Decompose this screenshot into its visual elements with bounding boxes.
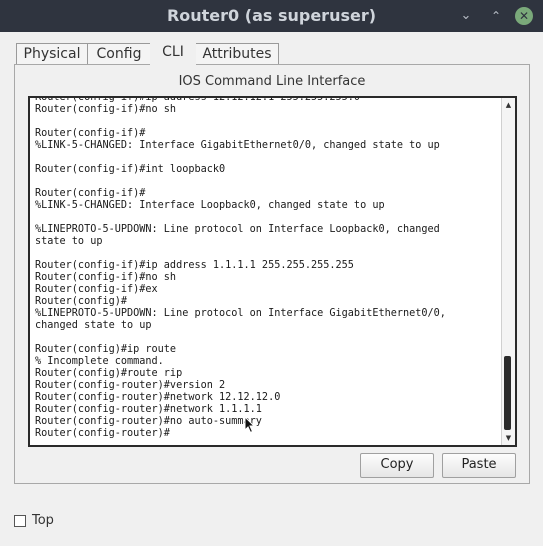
console-line: Router(config)#ip route — [35, 344, 177, 355]
minimize-icon[interactable]: ⌄ — [457, 7, 475, 25]
console-line: Router(config-if)#no sh — [35, 104, 177, 115]
console-line: Router(config-if)#no sh — [35, 272, 177, 283]
console-line: Router(config-router)#no auto-summary — [35, 416, 262, 427]
console-line: %LINK-5-CHANGED: Interface GigabitEthern… — [35, 140, 440, 151]
console-frame: Router(config-if)#ip address 12.12.12.1 … — [28, 96, 517, 447]
top-label: Top — [32, 513, 54, 528]
console-line: Router(config-router)#version 2 — [35, 380, 226, 391]
console-line: Router(config-if)# — [35, 128, 146, 139]
console-line: Router(config)# — [35, 296, 128, 307]
scrollbar-thumb[interactable] — [504, 356, 511, 430]
title-bar[interactable]: Router0 (as superuser) ⌄ ⌃ ✕ — [0, 0, 543, 32]
scroll-down-icon[interactable]: ▼ — [502, 433, 515, 443]
console-scrollbar[interactable]: ▲ ▼ — [501, 98, 515, 445]
console-line: Router(config-router)# — [35, 428, 170, 439]
console-output[interactable]: Router(config-if)#ip address 12.12.12.1 … — [35, 98, 446, 440]
console-line: %LINEPROTO-5-UPDOWN: Line protocol on In… — [35, 224, 440, 235]
console-line: Router(config-if)#int loopback0 — [35, 164, 226, 175]
console-line: changed state to up — [35, 320, 152, 331]
console-line: Router(config-if)#ip address 1.1.1.1 255… — [35, 260, 354, 271]
console-line: state to up — [35, 236, 103, 247]
tab-config[interactable]: Config — [87, 43, 151, 65]
console-line: %LINEPROTO-5-UPDOWN: Line protocol on In… — [35, 308, 446, 319]
console-line: % Incomplete command. — [35, 356, 164, 367]
console-line: Router(config-router)#network 12.12.12.0 — [35, 392, 281, 403]
restore-icon[interactable]: ⌃ — [487, 7, 505, 25]
tab-physical[interactable]: Physical — [16, 43, 88, 65]
cli-heading: IOS Command Line Interface — [178, 74, 366, 89]
console-line: Router(config-if)# — [35, 188, 146, 199]
paste-button[interactable]: Paste — [442, 453, 516, 478]
tab-cli[interactable]: CLI — [150, 41, 196, 66]
console-line: %LINK-5-CHANGED: Interface Loopback0, ch… — [35, 200, 385, 211]
console-line: Router(config-if)#ex — [35, 284, 158, 295]
cli-console[interactable]: Router(config-if)#ip address 12.12.12.1 … — [33, 98, 496, 445]
cli-panel: IOS Command Line Interface Router(config… — [14, 64, 530, 484]
console-line: Router(config)#route rip — [35, 368, 183, 379]
scroll-up-icon[interactable]: ▲ — [502, 100, 515, 110]
console-line: Router(config-if)#ip address 12.12.12.1 … — [35, 98, 360, 103]
console-line: Router(config-router)#network 1.1.1.1 — [35, 404, 262, 415]
close-icon[interactable]: ✕ — [515, 7, 533, 25]
copy-button[interactable]: Copy — [360, 453, 434, 478]
top-checkbox[interactable] — [14, 515, 26, 527]
tab-attributes[interactable]: Attributes — [195, 43, 279, 65]
mouse-cursor-icon — [244, 416, 256, 434]
